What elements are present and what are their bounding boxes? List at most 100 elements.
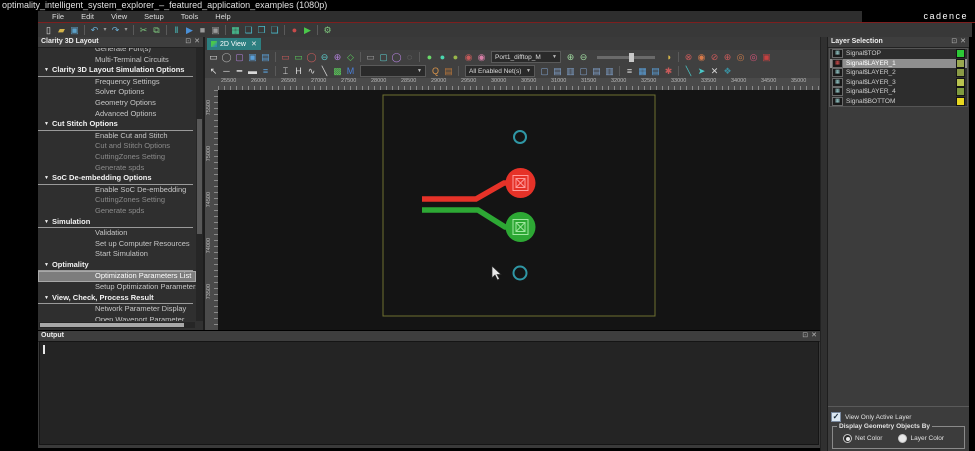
shape-gray-rect-icon[interactable]: ▭	[364, 51, 377, 63]
record-frame-icon[interactable]: ▣	[209, 24, 222, 36]
width-thick-icon[interactable]: ▬	[246, 65, 259, 77]
net-btn-6-icon[interactable]: ▥	[603, 65, 616, 77]
stop-icon[interactable]: ■	[196, 24, 209, 36]
trace-icon[interactable]: ╲	[682, 65, 695, 77]
dock-icon[interactable]: ⊡	[185, 37, 191, 47]
nets-dropdown[interactable]: All Enabled Net(s) ▼	[465, 65, 535, 77]
layer-visibility-icon[interactable]: ▦	[832, 87, 843, 96]
wave-icon[interactable]: ∿	[305, 65, 318, 77]
layer-row-signal-layer-3[interactable]: ▦Signal$LAYER_3	[830, 78, 967, 88]
record-dot-icon[interactable]: ●	[288, 24, 301, 36]
probe-icon[interactable]: ⌶	[279, 65, 292, 77]
close-icon[interactable]: ✕	[960, 37, 966, 47]
tree-item-set-up-computer-resources[interactable]: Set up Computer Resources	[38, 239, 196, 250]
shape-subtract-icon[interactable]: ⊖	[318, 51, 331, 63]
pause-icon[interactable]: ‖	[170, 24, 183, 36]
net-cross-icon[interactable]: ⊗	[682, 51, 695, 63]
tree-item-validation[interactable]: Validation	[38, 228, 196, 239]
highlight-icon[interactable]: ▤	[442, 65, 455, 77]
layer-color-swatch[interactable]	[956, 87, 965, 96]
delete-icon[interactable]: ✕	[708, 65, 721, 77]
draw-filled-rect-icon[interactable]: ▣	[246, 51, 259, 63]
list-icon[interactable]: ≡	[623, 65, 636, 77]
layer-row-signal-bottom[interactable]: ▦Signal$BOTTOM	[830, 97, 967, 107]
play-icon[interactable]: ▶	[183, 24, 196, 36]
tree-item-generate-spds[interactable]: Generate spds	[38, 206, 196, 217]
tree-item-enable-cut-and-stitch[interactable]: Enable Cut and Stitch	[38, 131, 196, 142]
mesh-icon[interactable]: ▩	[331, 65, 344, 77]
layer-color-swatch[interactable]	[956, 59, 965, 68]
shape-red-rect-icon[interactable]: ▭	[279, 51, 292, 63]
width-stack-icon[interactable]: ≡	[259, 65, 272, 77]
net-btn-5-icon[interactable]: ▤	[590, 65, 603, 77]
tree-item-cut-and-stitch-options[interactable]: Cut and Stitch Options	[38, 141, 196, 152]
shape-teal-rect-icon[interactable]: ▢	[377, 51, 390, 63]
shape-red-circle-icon[interactable]: ◯	[305, 51, 318, 63]
tree-section-soc-de-embedding-options[interactable]: ▼SoC De-embedding Options	[38, 173, 193, 185]
tree-item-cuttingzones-setting[interactable]: CuttingZones Setting	[38, 195, 196, 206]
screen-capture-icon[interactable]: ▦	[229, 24, 242, 36]
via-top[interactable]	[514, 131, 526, 143]
new-file-icon[interactable]: ▯	[42, 24, 55, 36]
tree-item-multi-terminal-circuits[interactable]: Multi-Terminal Circuits	[38, 55, 196, 66]
undo-icon[interactable]: ↶	[88, 24, 101, 36]
search-icon[interactable]: Q	[429, 65, 442, 77]
palette-icon[interactable]: ◑	[662, 51, 675, 63]
tree-vertical-scrollbar[interactable]	[196, 48, 203, 321]
net-btn-1-icon[interactable]: ▢	[538, 65, 551, 77]
collapse-triangle-icon[interactable]: ▼	[44, 121, 49, 127]
shape-add-icon[interactable]: ⊕	[331, 51, 344, 63]
net-btn-4-icon[interactable]: ▢	[577, 65, 590, 77]
draw-rect-icon[interactable]: ▭	[207, 51, 220, 63]
clear-red-icon[interactable]: ✱	[662, 65, 675, 77]
menu-edit[interactable]: Edit	[81, 11, 94, 22]
blob-green-icon[interactable]: ●	[423, 51, 436, 63]
layer-row-signal-top[interactable]: ▦Signal$TOP	[830, 49, 967, 59]
open-folder-icon[interactable]: ▰	[55, 24, 68, 36]
layer-color-swatch[interactable]	[956, 68, 965, 77]
tree-item-generate-spds[interactable]: Generate spds	[38, 163, 196, 174]
layer-row-signal-layer-4[interactable]: ▦Signal$LAYER_4	[830, 87, 967, 97]
tree-horizontal-scrollbar[interactable]	[39, 322, 195, 328]
layer-visibility-icon[interactable]: ▦	[832, 68, 843, 77]
zoom-out-icon[interactable]: ⊖	[577, 51, 590, 63]
menu-view[interactable]: View	[111, 11, 127, 22]
close-icon[interactable]: ✕	[194, 37, 200, 47]
tree-item-frequency-settings[interactable]: Frequency Settings	[38, 77, 196, 88]
tab-close-icon[interactable]: ✕	[251, 40, 257, 48]
layout-canvas[interactable]	[218, 90, 820, 330]
collapse-triangle-icon[interactable]: ▼	[44, 262, 49, 268]
redo-icon[interactable]: ↷	[109, 24, 122, 36]
tree-item-start-simulation[interactable]: Start Simulation	[38, 249, 196, 260]
zoom-slider[interactable]	[597, 56, 655, 59]
collapse-triangle-icon[interactable]: ▼	[44, 219, 49, 225]
tree-item-optimization-parameters-list[interactable]: Optimization Parameters List	[38, 271, 196, 282]
menu-file[interactable]: File	[52, 11, 64, 22]
layer-color-swatch[interactable]	[956, 97, 965, 106]
trace-green[interactable]	[422, 210, 512, 227]
draw-poly-icon[interactable]: ▤	[259, 51, 272, 63]
layer-row-signal-layer-2[interactable]: ▦Signal$LAYER_2	[830, 68, 967, 78]
net-ring-icon[interactable]: ◎	[747, 51, 760, 63]
layer-visibility-icon[interactable]: ▦	[832, 49, 843, 58]
shape-purple-circle-icon[interactable]: ◯	[390, 51, 403, 63]
tree-item-network-parameter-display[interactable]: Network Parameter Display	[38, 304, 196, 315]
width-thin-icon[interactable]: ─	[220, 65, 233, 77]
cut-stitch-icon[interactable]: ✂	[137, 24, 150, 36]
settings-gear-icon[interactable]: ⚙	[321, 24, 334, 36]
collapse-triangle-icon[interactable]: ▼	[44, 67, 49, 73]
tree-item-generate-port-s[interactable]: Generate Port(s)	[38, 48, 196, 55]
collapse-triangle-icon[interactable]: ▼	[44, 175, 49, 181]
tree-item-geometry-options[interactable]: Geometry Options	[38, 98, 196, 109]
tree-section-simulation[interactable]: ▼Simulation	[38, 217, 193, 229]
output-log-area[interactable]	[39, 341, 819, 445]
blob-pink-icon[interactable]: ◉	[475, 51, 488, 63]
blob-teal-icon[interactable]: ●	[436, 51, 449, 63]
pan-icon[interactable]: ❖	[721, 65, 734, 77]
net-slash-icon[interactable]: ⊘	[708, 51, 721, 63]
blob-red-icon[interactable]: ◉	[462, 51, 475, 63]
tree-item-setup-optimization-parameters[interactable]: Setup Optimization Parameters	[38, 282, 196, 293]
tree-item-open-waveport-parameter[interactable]: Open Waveport Parameter	[38, 315, 196, 321]
dock-icon[interactable]: ⊡	[802, 331, 808, 341]
menu-tools[interactable]: Tools	[181, 11, 199, 22]
